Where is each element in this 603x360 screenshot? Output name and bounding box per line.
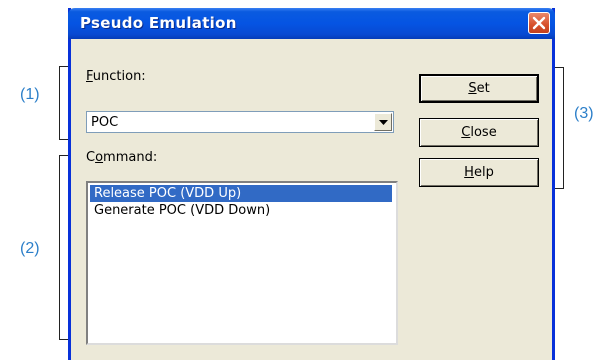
title-bar[interactable]: Pseudo Emulation — [68, 8, 555, 39]
command-list[interactable]: Release POC (VDD Up) Generate POC (VDD D… — [86, 181, 398, 345]
close-button[interactable]: Close — [419, 118, 539, 147]
set-button[interactable]: Set — [419, 74, 539, 103]
help-button[interactable]: Help — [419, 158, 539, 187]
list-item-generate-poc[interactable]: Generate POC (VDD Down) — [90, 202, 274, 219]
close-icon — [532, 16, 546, 30]
chevron-down-icon — [379, 120, 388, 125]
function-dropdown[interactable]: POC — [86, 111, 394, 133]
callout-1-bracket — [59, 66, 68, 140]
window-title: Pseudo Emulation — [80, 14, 237, 32]
close-window-button[interactable] — [528, 12, 550, 34]
callout-3: (3) — [574, 105, 594, 122]
pseudo-emulation-dialog: Pseudo Emulation Function: POC Command: … — [68, 8, 555, 360]
function-label: Function: — [86, 69, 146, 84]
callout-1: (1) — [20, 86, 40, 103]
callout-2-bracket — [59, 155, 68, 340]
list-item-release-poc[interactable]: Release POC (VDD Up) — [90, 185, 392, 202]
function-dropdown-value: POC — [91, 115, 119, 130]
dropdown-arrow-button[interactable] — [374, 113, 392, 131]
command-label: Command: — [86, 150, 158, 165]
callout-2: (2) — [20, 240, 40, 257]
callout-3-bracket — [555, 67, 564, 189]
